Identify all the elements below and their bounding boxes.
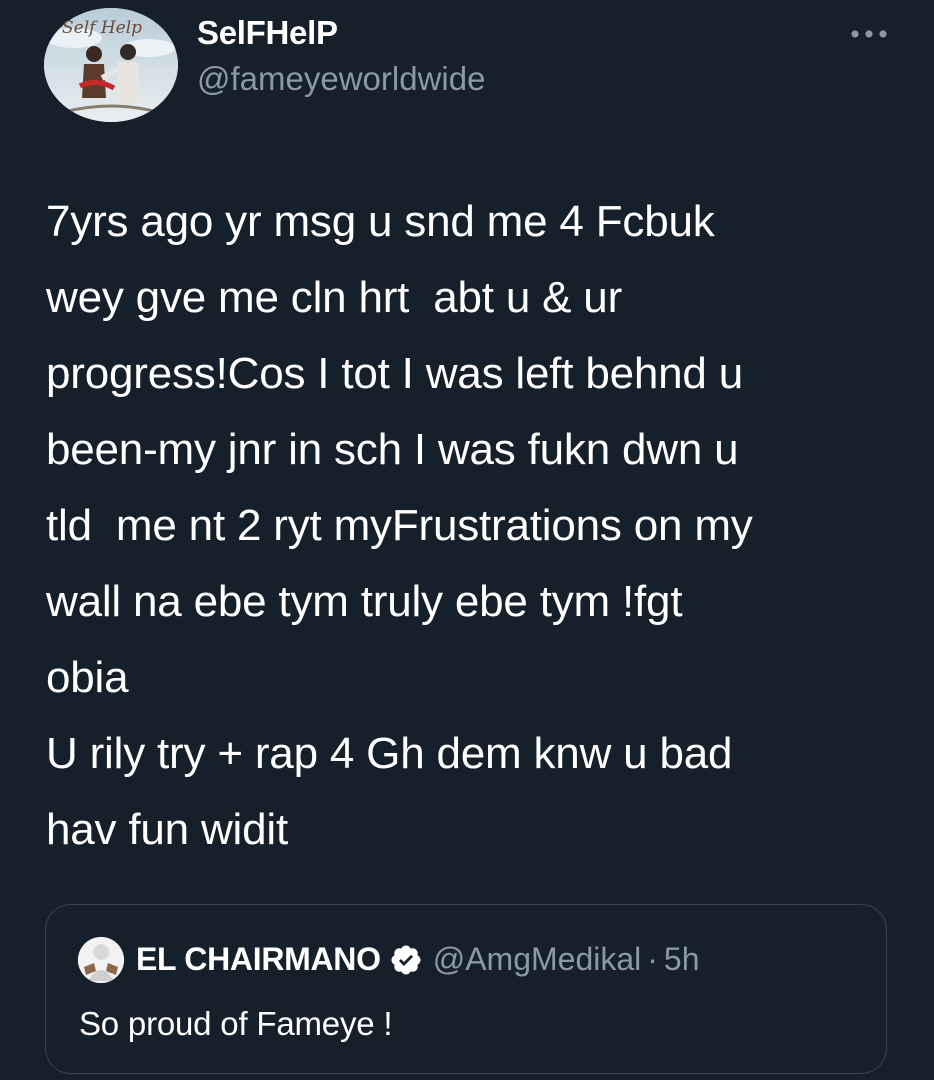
- separator-dot: ·: [647, 941, 658, 977]
- quoted-tweet-text: So proud of Fameye !: [79, 1005, 393, 1042]
- quoted-avatar-image: [78, 937, 124, 983]
- tweet-text: 7yrs ago yr msg u snd me 4 Fcbuk wey gve…: [46, 197, 753, 854]
- avatar-logo-text: Self Help: [62, 18, 143, 38]
- quoted-author-name[interactable]: EL CHAIRMANO: [136, 941, 381, 978]
- quoted-tweet-header: EL CHAIRMANO @AmgMedikal · 5h: [136, 941, 700, 978]
- more-options-icon: [851, 30, 887, 38]
- quoted-tweet-time[interactable]: 5h: [664, 941, 700, 978]
- quoted-author-handle[interactable]: @AmgMedikal: [433, 941, 642, 978]
- quoted-author-avatar[interactable]: [78, 937, 124, 983]
- verified-badge-icon: [391, 944, 421, 975]
- author-display-name[interactable]: SelFHelP: [197, 14, 338, 52]
- quoted-tweet[interactable]: EL CHAIRMANO @AmgMedikal · 5h So proud o…: [45, 904, 887, 1074]
- more-options-button[interactable]: [844, 20, 894, 48]
- author-handle[interactable]: @fameyeworldwide: [197, 60, 485, 98]
- tweet-card: Self Help SelFHelP @fameyeworldwide 7yrs…: [0, 0, 934, 1080]
